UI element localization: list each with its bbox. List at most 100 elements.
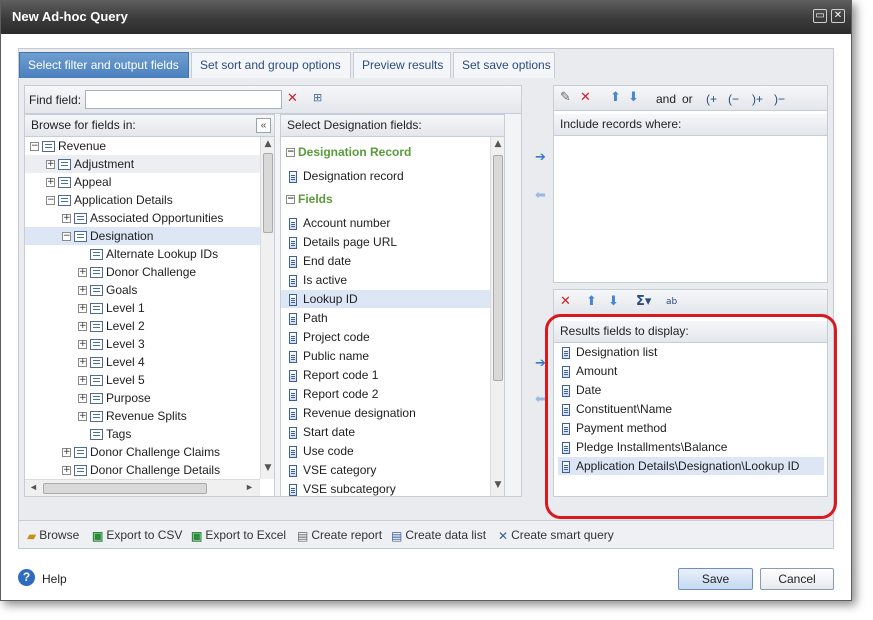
tree-hscrollbar[interactable]: ◄ ► [25, 479, 260, 496]
cancel-button[interactable]: Cancel [760, 568, 834, 590]
expand-icon[interactable]: + [62, 214, 71, 224]
export-csv-action[interactable]: ▣ Export to CSV [92, 528, 182, 543]
tree-node[interactable]: + Level 4 [25, 353, 260, 371]
field-item[interactable]: Project code [281, 328, 490, 346]
tree-node[interactable]: + Level 5 [25, 371, 260, 389]
field-item[interactable]: Details page URL [281, 233, 490, 251]
output-field-item[interactable]: Date [558, 381, 824, 399]
tree-node[interactable]: + Level 1 [25, 299, 260, 317]
expand-icon[interactable]: + [78, 394, 87, 404]
close-icon[interactable]: ✕ [831, 9, 845, 23]
add-filter-arrow-icon[interactable]: ➔ [535, 150, 546, 166]
tree-vscroll-thumb[interactable] [263, 153, 273, 233]
create-data-list-action[interactable]: ▤ Create data list [391, 528, 486, 543]
remove-open-paren-button[interactable]: (− [728, 92, 739, 106]
collapse-icon[interactable]: − [286, 195, 295, 205]
expand-icon[interactable]: + [78, 358, 87, 368]
tree-node[interactable]: + Associated Opportunities [25, 209, 260, 227]
collapse-icon[interactable]: − [62, 232, 71, 242]
remove-output-arrow-icon[interactable]: ⬅ [535, 392, 546, 408]
tree-node[interactable]: Tags [25, 425, 260, 443]
tree-node[interactable]: − Designation [25, 227, 260, 245]
create-smart-query-action[interactable]: ✕ Create smart query [498, 528, 614, 543]
field-item[interactable]: Public name [281, 347, 490, 365]
field-item[interactable]: Lookup ID [281, 290, 490, 308]
expand-icon[interactable]: + [78, 286, 87, 296]
move-down-icon[interactable]: ⬇ [628, 90, 639, 106]
add-open-paren-button[interactable]: (+ [706, 92, 717, 106]
field-item[interactable]: Path [281, 309, 490, 327]
help-link[interactable]: Help [42, 572, 67, 586]
output-field-item[interactable]: Pledge Installments\Balance [558, 438, 824, 456]
remove-filter-arrow-icon[interactable]: ⬅ [535, 188, 546, 204]
field-item[interactable]: Is active [281, 271, 490, 289]
tree-hscroll-thumb[interactable] [43, 483, 207, 494]
tree-node[interactable]: + Donor Challenge [25, 263, 260, 281]
field-item[interactable]: Revenue designation [281, 404, 490, 422]
scroll-down-icon[interactable]: ▼ [261, 463, 275, 473]
browse-action[interactable]: ▰ Browse [27, 528, 79, 543]
collapse-icon[interactable]: − [30, 142, 39, 152]
tree-node[interactable]: − Revenue [25, 137, 260, 155]
move-up-icon[interactable]: ⬆ [610, 90, 621, 106]
expand-icon[interactable]: + [78, 376, 87, 386]
expand-icon[interactable]: + [46, 160, 55, 170]
add-close-paren-button[interactable]: )+ [752, 92, 763, 106]
field-item[interactable]: Account number [281, 214, 490, 232]
field-item[interactable]: End date [281, 252, 490, 270]
output-field-item[interactable]: Payment method [558, 419, 824, 437]
collapse-icon[interactable]: − [286, 148, 295, 158]
output-field-item[interactable]: Constituent\Name [558, 400, 824, 418]
expand-icon[interactable]: + [78, 322, 87, 332]
collapse-panel-icon[interactable]: « [256, 118, 271, 133]
clear-find-icon[interactable]: ✕ [287, 91, 298, 107]
save-button[interactable]: Save [678, 568, 753, 590]
expand-icon[interactable]: + [46, 178, 55, 188]
tree-view-icon[interactable]: ⊞ [313, 90, 322, 106]
find-field-input[interactable] [85, 90, 282, 109]
output-field-item[interactable]: Application Details\Designation\Lookup I… [558, 457, 824, 475]
move-down-icon[interactable]: ⬇ [608, 294, 619, 310]
scroll-up-icon[interactable]: ▲ [261, 139, 275, 149]
tab-sort-group[interactable]: Set sort and group options [191, 52, 351, 78]
tab-preview[interactable]: Preview results [353, 52, 451, 78]
tree-node[interactable]: − Application Details [25, 191, 260, 209]
tree-node[interactable]: + Goals [25, 281, 260, 299]
maximize-icon[interactable]: ▭ [813, 9, 827, 23]
or-button[interactable]: or [682, 92, 693, 106]
tree-node[interactable]: + Level 2 [25, 317, 260, 335]
add-output-arrow-icon[interactable]: ➔ [535, 356, 546, 372]
delete-output-icon[interactable]: ✕ [560, 294, 571, 310]
rename-icon[interactable]: ab [666, 294, 677, 310]
section-heading[interactable]: − Fields [286, 190, 333, 208]
collapse-icon[interactable]: − [46, 196, 55, 206]
tree-node[interactable]: Alternate Lookup IDs [25, 245, 260, 263]
filter-edit-icon[interactable]: ✎ [560, 90, 571, 106]
output-field-item[interactable]: Designation list [558, 343, 824, 361]
field-item[interactable]: Report code 1 [281, 366, 490, 384]
designation-vscroll-thumb[interactable] [493, 155, 503, 381]
field-item[interactable]: VSE category [281, 461, 490, 479]
tree-node[interactable]: + Adjustment [25, 155, 260, 173]
tab-save-options[interactable]: Set save options [453, 52, 555, 78]
scroll-down-icon[interactable]: ▼ [491, 480, 505, 490]
and-button[interactable]: and [656, 92, 676, 106]
field-item[interactable]: Report code 2 [281, 385, 490, 403]
output-field-item[interactable]: Amount [558, 362, 824, 380]
tree-node[interactable]: + Revenue Splits [25, 407, 260, 425]
tree-node[interactable]: + Level 3 [25, 335, 260, 353]
expand-icon[interactable]: + [78, 340, 87, 350]
expand-icon[interactable]: + [78, 304, 87, 314]
expand-icon[interactable]: + [78, 412, 87, 422]
expand-icon[interactable]: + [62, 448, 71, 458]
help-icon[interactable]: ? [18, 569, 35, 586]
expand-icon[interactable]: + [78, 268, 87, 278]
field-item[interactable]: VSE subcategory [281, 480, 490, 496]
summary-icon[interactable]: Σ▾ [636, 294, 651, 310]
designation-vscrollbar[interactable]: ▲ ▼ [490, 137, 504, 496]
scroll-left-icon[interactable]: ◄ [29, 482, 38, 492]
field-item[interactable]: Designation record [281, 167, 490, 185]
tree-node[interactable]: + Purpose [25, 389, 260, 407]
move-up-icon[interactable]: ⬆ [586, 294, 597, 310]
scroll-up-icon[interactable]: ▲ [491, 139, 505, 149]
